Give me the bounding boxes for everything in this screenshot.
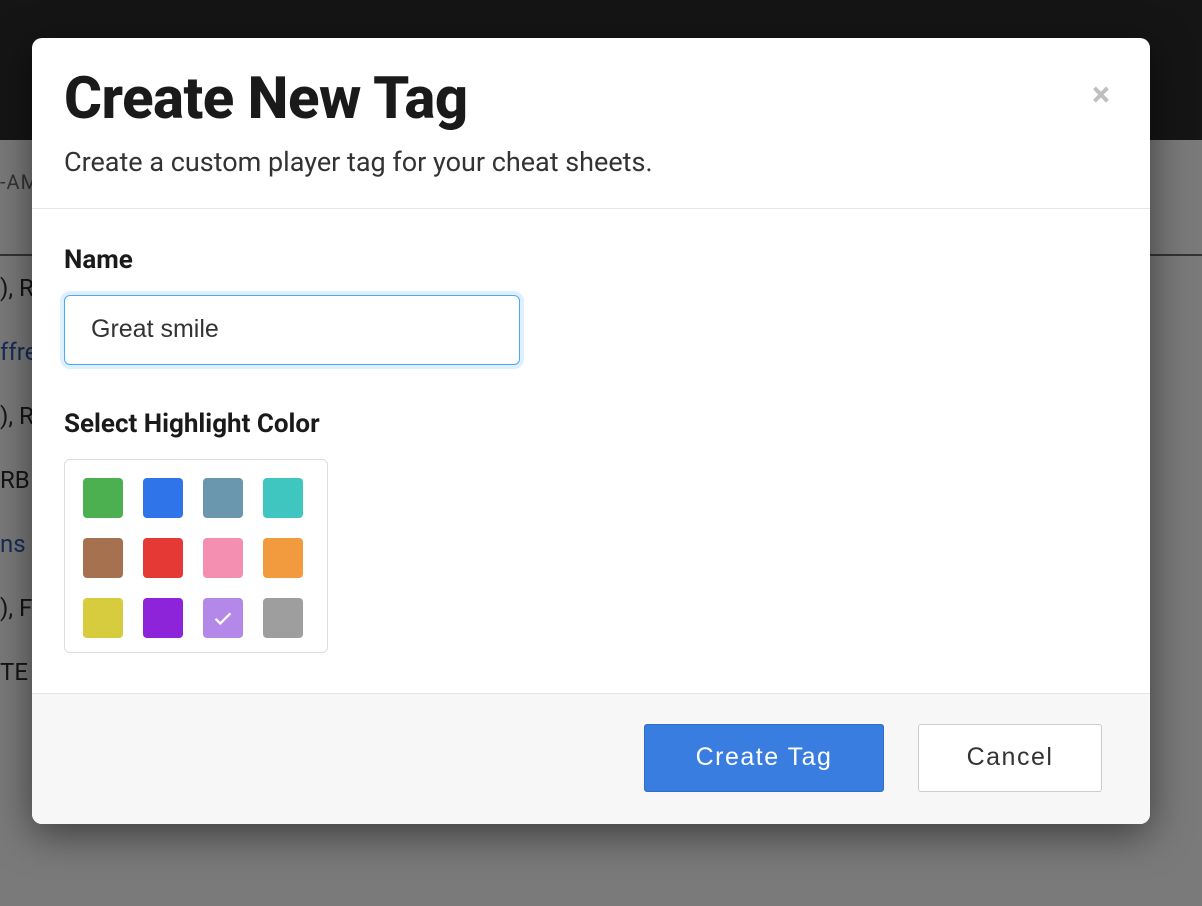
modal-title: Create New Tag (64, 68, 1118, 132)
color-swatch-blue[interactable] (143, 478, 183, 518)
check-icon (212, 607, 234, 629)
name-label: Name (64, 245, 1118, 275)
color-swatch-teal[interactable] (263, 478, 303, 518)
color-swatch-pink[interactable] (203, 538, 243, 578)
color-swatch-slate[interactable] (203, 478, 243, 518)
modal-body: Name Select Highlight Color (32, 209, 1150, 693)
color-swatch-orange[interactable] (263, 538, 303, 578)
close-icon[interactable]: × (1084, 78, 1118, 112)
color-swatch-purple[interactable] (143, 598, 183, 638)
modal-subtitle: Create a custom player tag for your chea… (64, 146, 1118, 178)
create-tag-modal: Create New Tag Create a custom player ta… (32, 38, 1150, 824)
color-picker-panel (64, 459, 328, 653)
modal-header: Create New Tag Create a custom player ta… (32, 38, 1150, 209)
color-swatch-grey[interactable] (263, 598, 303, 638)
create-tag-button[interactable]: Create Tag (644, 724, 884, 792)
color-swatch-olive[interactable] (83, 598, 123, 638)
modal-footer: Create Tag Cancel (32, 693, 1150, 824)
tag-name-input[interactable] (64, 295, 520, 365)
color-swatch-lavender[interactable] (203, 598, 243, 638)
color-swatch-green[interactable] (83, 478, 123, 518)
cancel-button[interactable]: Cancel (918, 724, 1102, 792)
color-swatch-brown[interactable] (83, 538, 123, 578)
color-label: Select Highlight Color (64, 409, 1118, 439)
color-grid (83, 478, 309, 638)
color-swatch-red[interactable] (143, 538, 183, 578)
